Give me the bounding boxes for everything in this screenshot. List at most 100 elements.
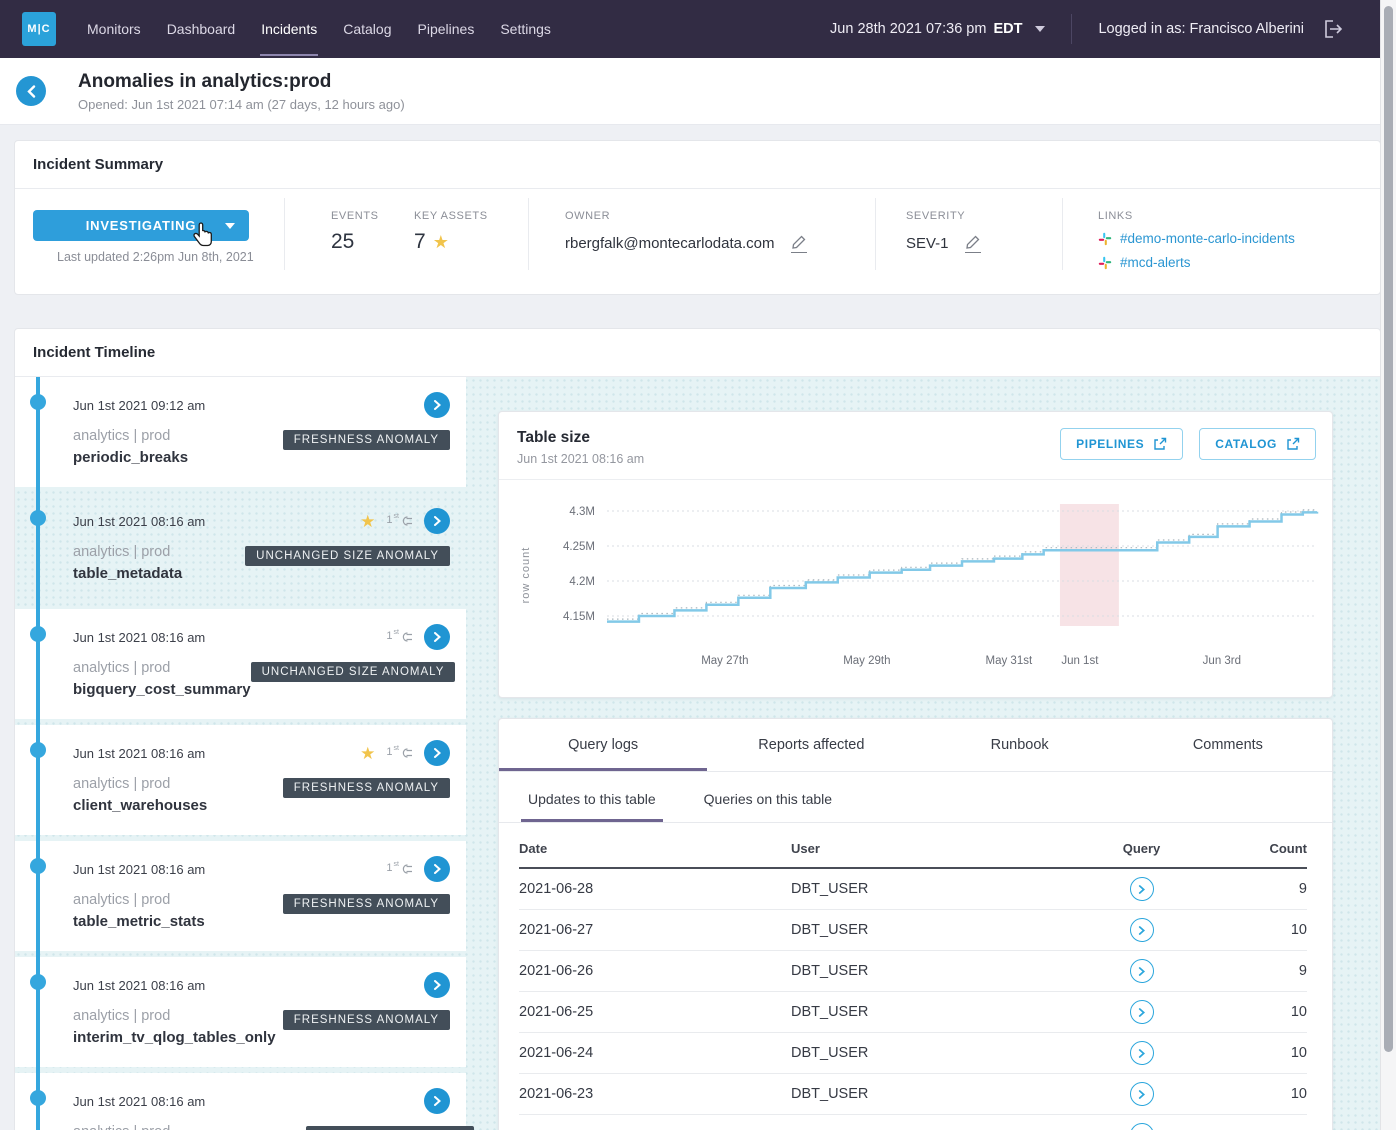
status-dropdown-button[interactable]: INVESTIGATING	[33, 210, 249, 241]
timeline-item-table-info: analytics | prod interim_tv_qlog_tables_o…	[73, 1008, 276, 1046]
timeline-item[interactable]: Jun 1st 2021 08:16 amanalytics | prodint…	[15, 1073, 466, 1130]
slack-channel-link[interactable]: #demo-monte-carlo-incidents	[1120, 231, 1295, 246]
nav-item-monitors[interactable]: Monitors	[86, 2, 142, 56]
timeline-item-dataset: analytics | prod	[73, 544, 182, 560]
y-tick-label: 4.2M	[569, 576, 595, 588]
open-event-button[interactable]	[424, 1088, 450, 1114]
table-row: 2021-06-28DBT_USER9	[519, 869, 1307, 910]
top-nav: M|C Monitors Dashboard Incidents Catalog Pip…	[0, 0, 1380, 58]
edit-severity-button[interactable]	[965, 234, 981, 253]
query-row-query	[1056, 1123, 1227, 1130]
page-subtitle: Opened: Jun 1st 2021 07:14 am (27 days, …	[78, 97, 405, 112]
open-query-button[interactable]	[1130, 1000, 1154, 1024]
timeline-item-table-name: periodic_breaks	[73, 449, 188, 466]
query-row-user: DBT_USER	[791, 963, 1056, 979]
open-event-button[interactable]	[424, 508, 450, 534]
query-row-user: DBT_USER	[791, 922, 1056, 938]
column-header-date: Date	[519, 841, 791, 856]
open-query-button[interactable]	[1130, 918, 1154, 942]
timeline-item[interactable]: Jun 1st 2021 09:12 amanalytics | prodper…	[15, 377, 466, 487]
query-row-query	[1056, 877, 1227, 901]
slack-channel-link[interactable]: #mcd-alerts	[1120, 255, 1191, 270]
y-tick-label: 4.25M	[563, 541, 595, 553]
timeline-item[interactable]: Jun 1st 2021 08:16 am analytics | prod int…	[15, 957, 466, 1067]
tab-query-logs[interactable]: Query logs	[499, 719, 707, 771]
open-event-button[interactable]	[424, 392, 450, 418]
timeline-items: Jun 1st 2021 09:12 amanalytics | prodper…	[15, 377, 466, 1130]
pipelines-button-label: PIPELINES	[1076, 437, 1144, 451]
timeline-item-table-info: analytics | prodtable_metadata	[73, 544, 182, 582]
timeline-item[interactable]: Jun 1st 2021 08:16 am1st analytics | prod…	[15, 609, 466, 719]
nav-item-pipelines[interactable]: Pipelines	[417, 2, 476, 56]
status-label: INVESTIGATING	[86, 218, 197, 233]
query-row-count: 9	[1227, 881, 1307, 897]
row-count-step-line	[607, 512, 1317, 622]
timeline-item-table-info: analytics | prodbigquery_cost_summary	[73, 660, 251, 698]
logout-icon	[1320, 17, 1344, 41]
logout-button[interactable]	[1320, 17, 1344, 41]
incident-summary-title: Incident Summary	[15, 141, 1380, 189]
timeline-item-table-name: interim_tv_qlog_tables_only	[73, 1029, 276, 1046]
open-query-button[interactable]	[1130, 877, 1154, 901]
nav-item-settings[interactable]: Settings	[499, 2, 552, 56]
nav-item-dashboard[interactable]: Dashboard	[166, 2, 237, 56]
monte-carlo-logo[interactable]: M|C	[22, 12, 56, 46]
nav-divider	[1071, 14, 1072, 44]
timeline-item[interactable]: Jun 1st 2021 08:16 am★1stanalytics | pro…	[15, 725, 466, 835]
back-button[interactable]	[16, 76, 46, 106]
query-row-date: 2021-06-25	[519, 1004, 791, 1020]
open-event-button[interactable]	[424, 972, 450, 998]
timeline-item-dataset: analytics | prod	[73, 1008, 276, 1024]
nav-item-catalog[interactable]: Catalog	[342, 2, 392, 56]
open-query-button[interactable]	[1130, 959, 1154, 983]
query-row-user: DBT_USER	[791, 1045, 1056, 1061]
open-query-button[interactable]	[1130, 1123, 1154, 1130]
timeline-item[interactable]: Jun 1st 2021 08:16 am★1stanalytics | pro…	[15, 493, 466, 603]
query-row-date: 2021-06-24	[519, 1045, 791, 1061]
pipelines-button[interactable]: PIPELINES	[1060, 428, 1183, 460]
timeline-item-dataset: analytics | prod	[73, 428, 188, 444]
edit-owner-button[interactable]	[791, 234, 807, 253]
catalog-button[interactable]: CATALOG	[1199, 428, 1316, 460]
query-row-date: 2021-06-28	[519, 881, 791, 897]
chevron-right-icon	[1138, 1008, 1145, 1017]
page-scrollbar[interactable]	[1380, 0, 1396, 1130]
timeline-item-header: Jun 1st 2021 08:16 am	[73, 1088, 450, 1114]
timeline-item-header: Jun 1st 2021 08:16 am	[73, 972, 450, 998]
timeline-item-icons: ★1st	[360, 740, 450, 766]
query-table-body: 2021-06-28DBT_USER92021-06-27DBT_USER102…	[519, 869, 1307, 1130]
chevron-right-icon	[433, 748, 441, 758]
chevron-right-icon	[1138, 885, 1145, 894]
events-label: EVENTS	[331, 210, 414, 222]
table-size-card: Table size Jun 1st 2021 08:16 am PIPELIN…	[498, 411, 1333, 698]
timeline-item-table-info: analytics | prodclient_warehouses	[73, 776, 207, 814]
incident-summary-card: Incident Summary INVESTIGATING Last upda…	[14, 140, 1381, 295]
timeline-item[interactable]: Jun 1st 2021 08:16 am1stanalytics | prod…	[15, 841, 466, 951]
query-row-user: DBT_USER	[791, 1004, 1056, 1020]
open-query-button[interactable]	[1130, 1082, 1154, 1106]
timeline-item-header: Jun 1st 2021 08:16 am1st	[73, 624, 450, 650]
timeline-item-dataset: analytics | prod	[73, 892, 205, 908]
tab-runbook[interactable]: Runbook	[916, 719, 1124, 771]
open-event-button[interactable]	[424, 624, 450, 650]
subtab-updates-to-this-table[interactable]: Updates to this table	[521, 791, 663, 822]
external-link-icon	[1286, 437, 1300, 451]
open-event-button[interactable]	[424, 856, 450, 882]
open-event-button[interactable]	[424, 740, 450, 766]
query-row-query	[1056, 1041, 1227, 1065]
tab-reports-affected[interactable]: Reports affected	[707, 719, 915, 771]
timeline-item-time: Jun 1st 2021 08:16 am	[73, 978, 205, 993]
x-tick-label: May 27th	[701, 655, 748, 667]
star-icon: ★	[433, 232, 449, 253]
datetime-selector[interactable]: Jun 28th 2021 07:36 pm EDT	[830, 21, 1045, 37]
tab-comments[interactable]: Comments	[1124, 719, 1332, 771]
subtab-queries-on-this-table[interactable]: Queries on this table	[697, 791, 839, 822]
scrollbar-thumb[interactable]	[1384, 6, 1393, 1052]
page-header: Anomalies in analytics:prod Opened: Jun …	[0, 58, 1380, 125]
nav-item-incidents[interactable]: Incidents	[260, 2, 318, 56]
open-query-button[interactable]	[1130, 1041, 1154, 1065]
catalog-button-label: CATALOG	[1215, 437, 1277, 451]
first-event-icon: 1st	[386, 631, 413, 643]
timeline-item-body: analytics | prod interim_tv_qlog_tables_o…	[73, 1008, 450, 1046]
timeline-item-body: analytics | prodbigquery_cost_summaryUNC…	[73, 660, 450, 698]
